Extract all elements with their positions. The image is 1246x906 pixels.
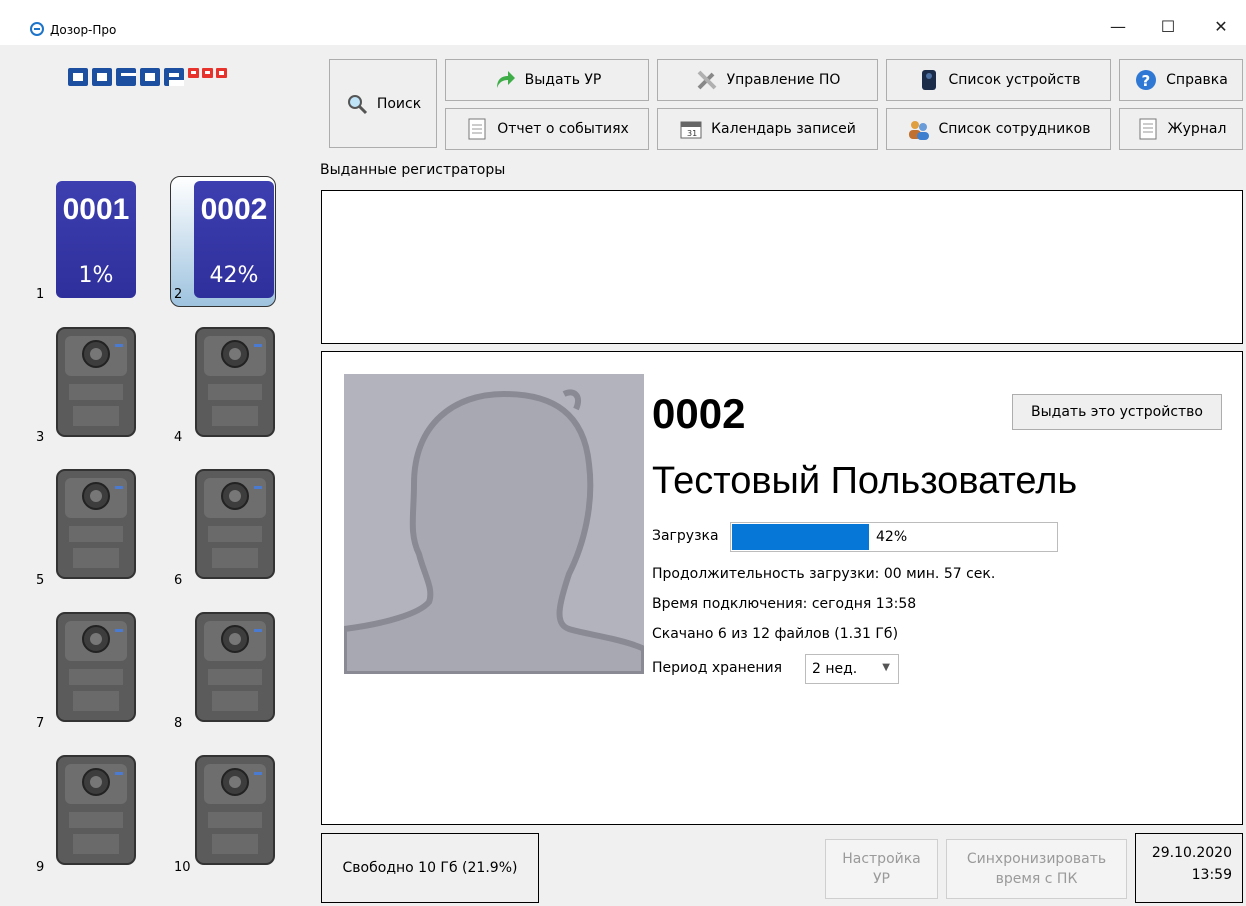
main-area: 0001 1% 1 0002 42% 2 3 4 5 6 7 8 9 10 По… bbox=[0, 46, 1246, 906]
sync-line1: Синхронизировать bbox=[966, 851, 1107, 867]
empty-slot-icon[interactable] bbox=[55, 611, 137, 723]
device-list-button[interactable]: Список устройств bbox=[886, 59, 1111, 101]
issue-this-device-button[interactable]: Выдать это устройство bbox=[1012, 394, 1222, 430]
download-progress-bar: 42% bbox=[730, 522, 1058, 552]
device-slot-0001[interactable]: 0001 1% bbox=[56, 181, 136, 298]
issue-button[interactable]: Выдать УР bbox=[445, 59, 649, 101]
free-space-text: Свободно 10 Гб (21.9%) bbox=[342, 860, 518, 876]
free-space-indicator: Свободно 10 Гб (21.9%) bbox=[321, 833, 539, 903]
slot-number: 7 bbox=[36, 716, 45, 731]
current-time: 13:59 bbox=[1191, 867, 1232, 883]
device-detail-panel: 0002 Выдать это устройство Тестовый Поль… bbox=[321, 351, 1243, 825]
journal-button[interactable]: Журнал bbox=[1119, 108, 1243, 150]
retention-value: 2 нед. bbox=[812, 661, 858, 677]
svg-text:?: ? bbox=[1142, 72, 1151, 90]
device-charge: 42% bbox=[209, 263, 259, 288]
connection-time: Время подключения: сегодня 13:58 bbox=[652, 596, 917, 612]
download-label: Загрузка bbox=[652, 528, 719, 544]
window-title: Дозор-Про bbox=[50, 23, 117, 37]
device-icon bbox=[921, 70, 936, 90]
assigned-user-name: Тестовый Пользователь bbox=[652, 460, 1078, 502]
selected-device-code: 0002 bbox=[652, 390, 746, 437]
device-slot-0002[interactable]: 0002 42% bbox=[194, 181, 274, 298]
employee-list-label: Список сотрудников bbox=[938, 121, 1091, 137]
slot-number: 8 bbox=[174, 716, 183, 731]
download-progress-text: 42% bbox=[876, 529, 908, 545]
slot-number: 4 bbox=[174, 430, 183, 445]
journal-label: Журнал bbox=[1167, 121, 1227, 137]
settings-line2: УР bbox=[873, 871, 890, 887]
empty-slot-icon[interactable] bbox=[55, 468, 137, 580]
search-icon bbox=[347, 94, 367, 114]
device-code: 0002 bbox=[200, 193, 268, 226]
help-button[interactable]: ? Справка bbox=[1119, 59, 1243, 101]
software-management-label: Управление ПО bbox=[726, 72, 841, 88]
download-duration: Продолжительность загрузки: 00 мин. 57 с… bbox=[652, 566, 996, 582]
employee-list-button[interactable]: Список сотрудников bbox=[886, 108, 1111, 150]
maximize-button[interactable]: ☐ bbox=[1148, 12, 1188, 42]
svg-text:31: 31 bbox=[687, 129, 697, 138]
issued-recorders-list[interactable] bbox=[321, 190, 1243, 344]
close-button[interactable]: ✕ bbox=[1201, 12, 1241, 42]
slot-number: 3 bbox=[36, 430, 45, 445]
document-icon bbox=[468, 118, 486, 140]
users-icon bbox=[908, 121, 929, 140]
events-report-label: Отчет о событиях bbox=[497, 121, 629, 137]
user-photo-placeholder bbox=[344, 374, 644, 674]
download-progress-fill bbox=[732, 524, 869, 550]
calendar-button[interactable]: 31 Календарь записей bbox=[657, 108, 878, 150]
sync-line2: время с ПК bbox=[995, 871, 1078, 887]
slot-number: 10 bbox=[174, 860, 191, 875]
device-charge: 1% bbox=[78, 263, 114, 288]
empty-slot-icon[interactable] bbox=[194, 754, 276, 866]
empty-slot-icon[interactable] bbox=[55, 326, 137, 438]
events-report-button[interactable]: Отчет о событиях bbox=[445, 108, 649, 150]
issue-label: Выдать УР bbox=[524, 72, 602, 88]
current-date: 29.10.2020 bbox=[1151, 845, 1232, 861]
forward-arrow-icon bbox=[496, 71, 515, 88]
slot-number: 6 bbox=[174, 573, 183, 588]
minimize-button[interactable]: — bbox=[1098, 12, 1138, 42]
slot-number: 2 bbox=[174, 287, 183, 302]
empty-slot-icon[interactable] bbox=[194, 611, 276, 723]
date-time-display: 29.10.2020 13:59 bbox=[1135, 833, 1243, 903]
device-code: 0001 bbox=[62, 193, 130, 226]
chevron-down-icon: ▼ bbox=[882, 662, 890, 673]
device-list-label: Список устройств bbox=[948, 72, 1081, 88]
journal-icon bbox=[1139, 118, 1157, 140]
empty-slot-icon[interactable] bbox=[55, 754, 137, 866]
empty-slot-icon[interactable] bbox=[194, 326, 276, 438]
issued-recorders-label: Выданные регистраторы bbox=[320, 162, 506, 178]
slot-number: 1 bbox=[36, 287, 45, 302]
title-bar: Дозор-Про — ☐ ✕ bbox=[0, 0, 1246, 46]
help-icon: ? bbox=[1136, 70, 1157, 90]
retention-period-select[interactable]: 2 нед. ▼ bbox=[805, 654, 899, 684]
calendar-label: Календарь записей bbox=[711, 121, 856, 137]
search-button[interactable]: Поиск bbox=[329, 59, 437, 148]
dozor-pro-logo bbox=[68, 68, 227, 86]
search-label: Поиск bbox=[376, 95, 422, 112]
retention-label: Период хранения bbox=[652, 660, 783, 676]
empty-slot-icon[interactable] bbox=[194, 468, 276, 580]
slot-number: 5 bbox=[36, 573, 45, 588]
app-icon bbox=[30, 22, 44, 36]
sync-time-button[interactable]: Синхронизировать время с ПК bbox=[946, 839, 1127, 899]
slot-number: 9 bbox=[36, 860, 45, 875]
calendar-icon: 31 bbox=[680, 121, 702, 139]
recorder-settings-button[interactable]: Настройка УР bbox=[825, 839, 938, 899]
tools-icon bbox=[697, 70, 716, 90]
help-label: Справка bbox=[1166, 72, 1228, 88]
settings-line1: Настройка bbox=[842, 851, 921, 867]
software-management-button[interactable]: Управление ПО bbox=[657, 59, 878, 101]
downloaded-files: Скачано 6 из 12 файлов (1.31 Гб) bbox=[652, 626, 899, 642]
